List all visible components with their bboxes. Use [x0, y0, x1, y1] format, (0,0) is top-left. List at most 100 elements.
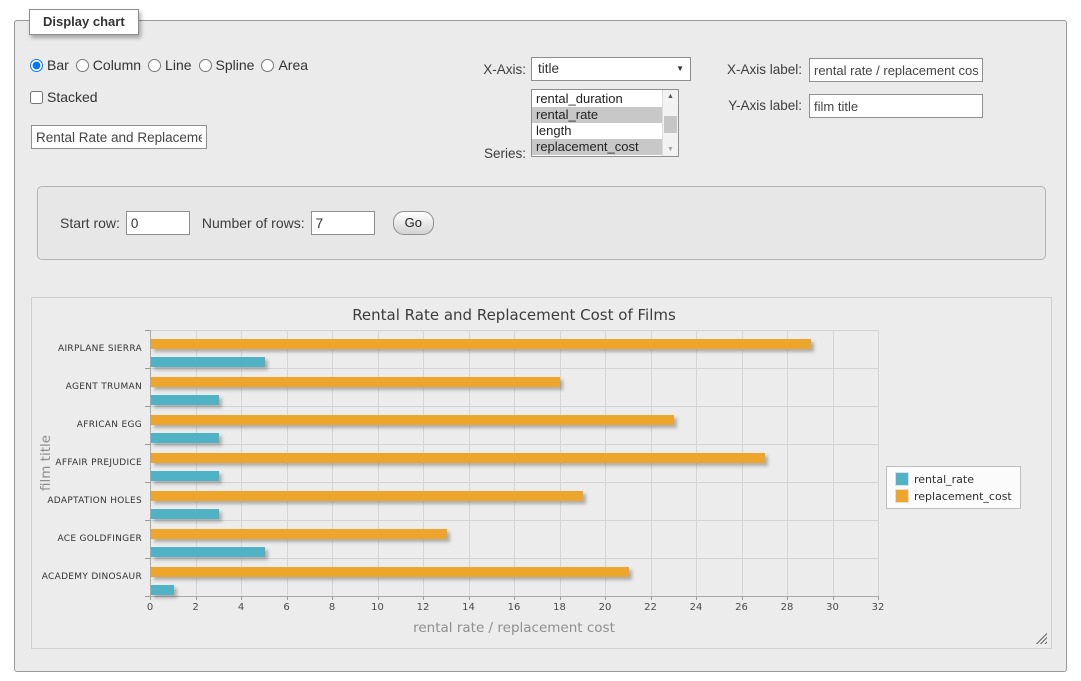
bar-rental_rate: [151, 585, 174, 595]
bar-replacement_cost: [151, 529, 447, 539]
bar-replacement_cost: [151, 415, 674, 425]
scrollbar-up-icon[interactable]: ▲: [663, 90, 678, 103]
bar-replacement_cost: [151, 567, 629, 577]
radio-bar[interactable]: [30, 59, 43, 72]
chart-type-option-bar[interactable]: Bar: [30, 57, 69, 73]
chart-title: Rental Rate and Replacement Cost of Film…: [150, 306, 878, 324]
legend-item: rental_rate: [895, 472, 1012, 486]
grid-line-vertical: [332, 330, 333, 596]
bar-replacement_cost: [151, 491, 583, 501]
grid-line-horizontal: [150, 558, 878, 559]
legend-swatch: [895, 472, 909, 486]
x-axis-select[interactable]: title ▼: [531, 57, 691, 81]
series-option-length[interactable]: length: [532, 123, 662, 139]
x-axis-title: rental rate / replacement cost: [150, 620, 878, 636]
x-axis-select-value: title: [538, 61, 559, 76]
chart-title-input[interactable]: [31, 125, 207, 149]
scrollbar-down-icon[interactable]: ▼: [663, 143, 678, 156]
number-of-rows-input[interactable]: [311, 211, 375, 235]
x-tick-label: 6: [272, 602, 302, 613]
legend-swatch: [895, 489, 909, 503]
legend-item: replacement_cost: [895, 489, 1012, 503]
radio-column[interactable]: [76, 59, 89, 72]
x-tick-label: 22: [636, 602, 666, 613]
grid-line-vertical: [514, 330, 515, 596]
legend-label: replacement_cost: [914, 490, 1012, 503]
x-tick-label: 4: [226, 602, 256, 613]
stacked-label: Stacked: [47, 89, 98, 105]
x-tick-label: 2: [181, 602, 211, 613]
x-tick-label: 20: [590, 602, 620, 613]
x-tick-label: 0: [135, 602, 165, 613]
x-tick-label: 12: [408, 602, 438, 613]
grid-line-vertical: [878, 330, 879, 596]
x-tick-label: 14: [454, 602, 484, 613]
bar-replacement_cost: [151, 377, 560, 387]
radio-label: Area: [278, 57, 308, 73]
go-button[interactable]: Go: [393, 211, 434, 235]
grid-line-vertical: [787, 330, 788, 596]
grid-line-horizontal: [150, 406, 878, 407]
x-tick-label: 26: [727, 602, 757, 613]
x-tick-label: 16: [499, 602, 529, 613]
start-row-input[interactable]: [126, 211, 190, 235]
grid-line-vertical: [287, 330, 288, 596]
grid-line-vertical: [605, 330, 606, 596]
series-option-rental_duration[interactable]: rental_duration: [532, 91, 662, 107]
x-axis-label-input[interactable]: [809, 58, 983, 82]
x-tick-label: 28: [772, 602, 802, 613]
series-options: rental_durationrental_ratelengthreplacem…: [532, 90, 662, 156]
bar-rental_rate: [151, 471, 219, 481]
grid-line-horizontal: [150, 368, 878, 369]
grid-line-horizontal: [150, 482, 878, 483]
row-controls-panel: Start row: Number of rows: Go: [37, 186, 1046, 260]
bar-replacement_cost: [151, 339, 811, 349]
series-option-rental_rate[interactable]: rental_rate: [532, 107, 662, 123]
legend: rental_rate replacement_cost: [886, 466, 1021, 509]
select-dropdown-arrow-icon: ▼: [676, 58, 684, 80]
bar-rental_rate: [151, 547, 265, 557]
grid-line-vertical: [469, 330, 470, 596]
series-listbox[interactable]: rental_durationrental_ratelengthreplacem…: [531, 89, 679, 157]
chart-type-option-column[interactable]: Column: [76, 57, 141, 73]
listbox-scrollbar[interactable]: ▲ ▼: [662, 90, 678, 156]
start-row-label: Start row:: [60, 215, 120, 231]
bar-rental_rate: [151, 509, 219, 519]
chart: Rental Rate and Replacement Cost of Film…: [31, 297, 1052, 649]
chart-type-option-area[interactable]: Area: [261, 57, 308, 73]
panel-tab: Display chart: [29, 9, 139, 35]
x-axis-label-caption: X-Axis label:: [705, 62, 802, 77]
panel-tab-label: Display chart: [43, 14, 125, 29]
bar-rental_rate: [151, 433, 219, 443]
display-chart-panel: Display chart BarColumnLineSplineArea St…: [14, 20, 1067, 672]
series-option-replacement_cost[interactable]: replacement_cost: [532, 139, 662, 155]
y-axis-label-caption: Y-Axis label:: [705, 98, 802, 113]
category-label: ACADEMY DINOSAUR: [32, 558, 142, 596]
y-axis-label-input[interactable]: [809, 94, 983, 118]
grid-line-vertical: [651, 330, 652, 596]
chart-type-option-spline[interactable]: Spline: [199, 57, 255, 73]
x-tick-label: 32: [863, 602, 893, 613]
scrollbar-thumb[interactable]: [664, 116, 677, 133]
radio-spline[interactable]: [199, 59, 212, 72]
x-tick-label: 24: [681, 602, 711, 613]
grid-line-horizontal: [150, 520, 878, 521]
chart-type-radios: Bar Column Line Spline Area: [30, 57, 315, 73]
chart-type-option-line[interactable]: Line: [148, 57, 191, 73]
category-label: ADAPTATION HOLES: [32, 482, 142, 520]
bar-replacement_cost: [151, 453, 765, 463]
radio-line[interactable]: [148, 59, 161, 72]
radio-label: Bar: [47, 57, 69, 73]
x-tick-label: 30: [818, 602, 848, 613]
x-tick-label: 10: [363, 602, 393, 613]
resize-handle-icon[interactable]: [1035, 632, 1047, 644]
bar-rental_rate: [151, 357, 265, 367]
x-tick-label: 18: [545, 602, 575, 613]
category-label: AIRPLANE SIERRA: [32, 330, 142, 368]
category-label: AFRICAN EGG: [32, 406, 142, 444]
radio-area[interactable]: [261, 59, 274, 72]
x-axis-select-label: X-Axis:: [436, 62, 526, 77]
category-label: AFFAIR PREJUDICE: [32, 444, 142, 482]
stacked-checkbox[interactable]: [30, 91, 43, 104]
category-label: AGENT TRUMAN: [32, 368, 142, 406]
